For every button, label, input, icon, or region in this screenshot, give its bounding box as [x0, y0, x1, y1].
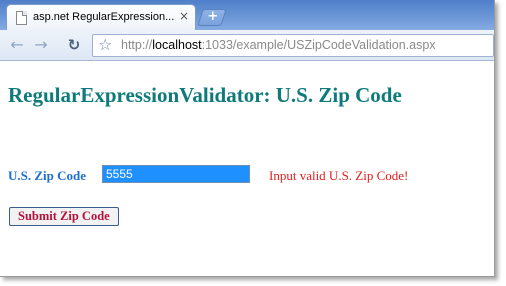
zip-code-input[interactable] [102, 165, 250, 183]
reload-icon[interactable]: ↻ [64, 35, 84, 55]
page-content: RegularExpressionValidator: U.S. Zip Cod… [0, 61, 494, 276]
url-path: :1033/example/USZipCodeValidation.aspx [201, 38, 436, 52]
tab-title: asp.net RegularExpression... [33, 11, 175, 23]
url-host: localhost [152, 38, 202, 52]
submit-zip-code-button[interactable]: Submit Zip Code [9, 207, 119, 226]
zip-code-label: U.S. Zip Code [8, 168, 87, 183]
validation-error-message: Input valid U.S. Zip Code! [269, 168, 409, 183]
back-arrow-icon[interactable]: ← [7, 35, 27, 55]
new-tab-button[interactable]: + [197, 9, 227, 26]
address-bar[interactable]: ☆ http://localhost:1033/example/USZipCod… [92, 34, 494, 57]
tab-strip: asp.net RegularExpression... × + [0, 0, 494, 31]
plus-icon: + [207, 9, 219, 24]
page-title: RegularExpressionValidator: U.S. Zip Cod… [8, 83, 402, 107]
star-icon[interactable]: ☆ [98, 35, 112, 54]
browser-toolbar: ← → ↻ ☆ http://localhost:1033/example/US… [0, 30, 494, 61]
url-text: http://localhost:1033/example/USZipCodeV… [121, 38, 436, 52]
close-tab-icon[interactable]: × [179, 9, 189, 23]
browser-window: asp.net RegularExpression... × + ← → ↻ ☆… [0, 0, 495, 277]
page-icon [16, 11, 27, 25]
tab-active[interactable]: asp.net RegularExpression... × [6, 4, 196, 31]
url-scheme: http:// [121, 38, 153, 52]
forward-arrow-icon[interactable]: → [31, 35, 51, 55]
